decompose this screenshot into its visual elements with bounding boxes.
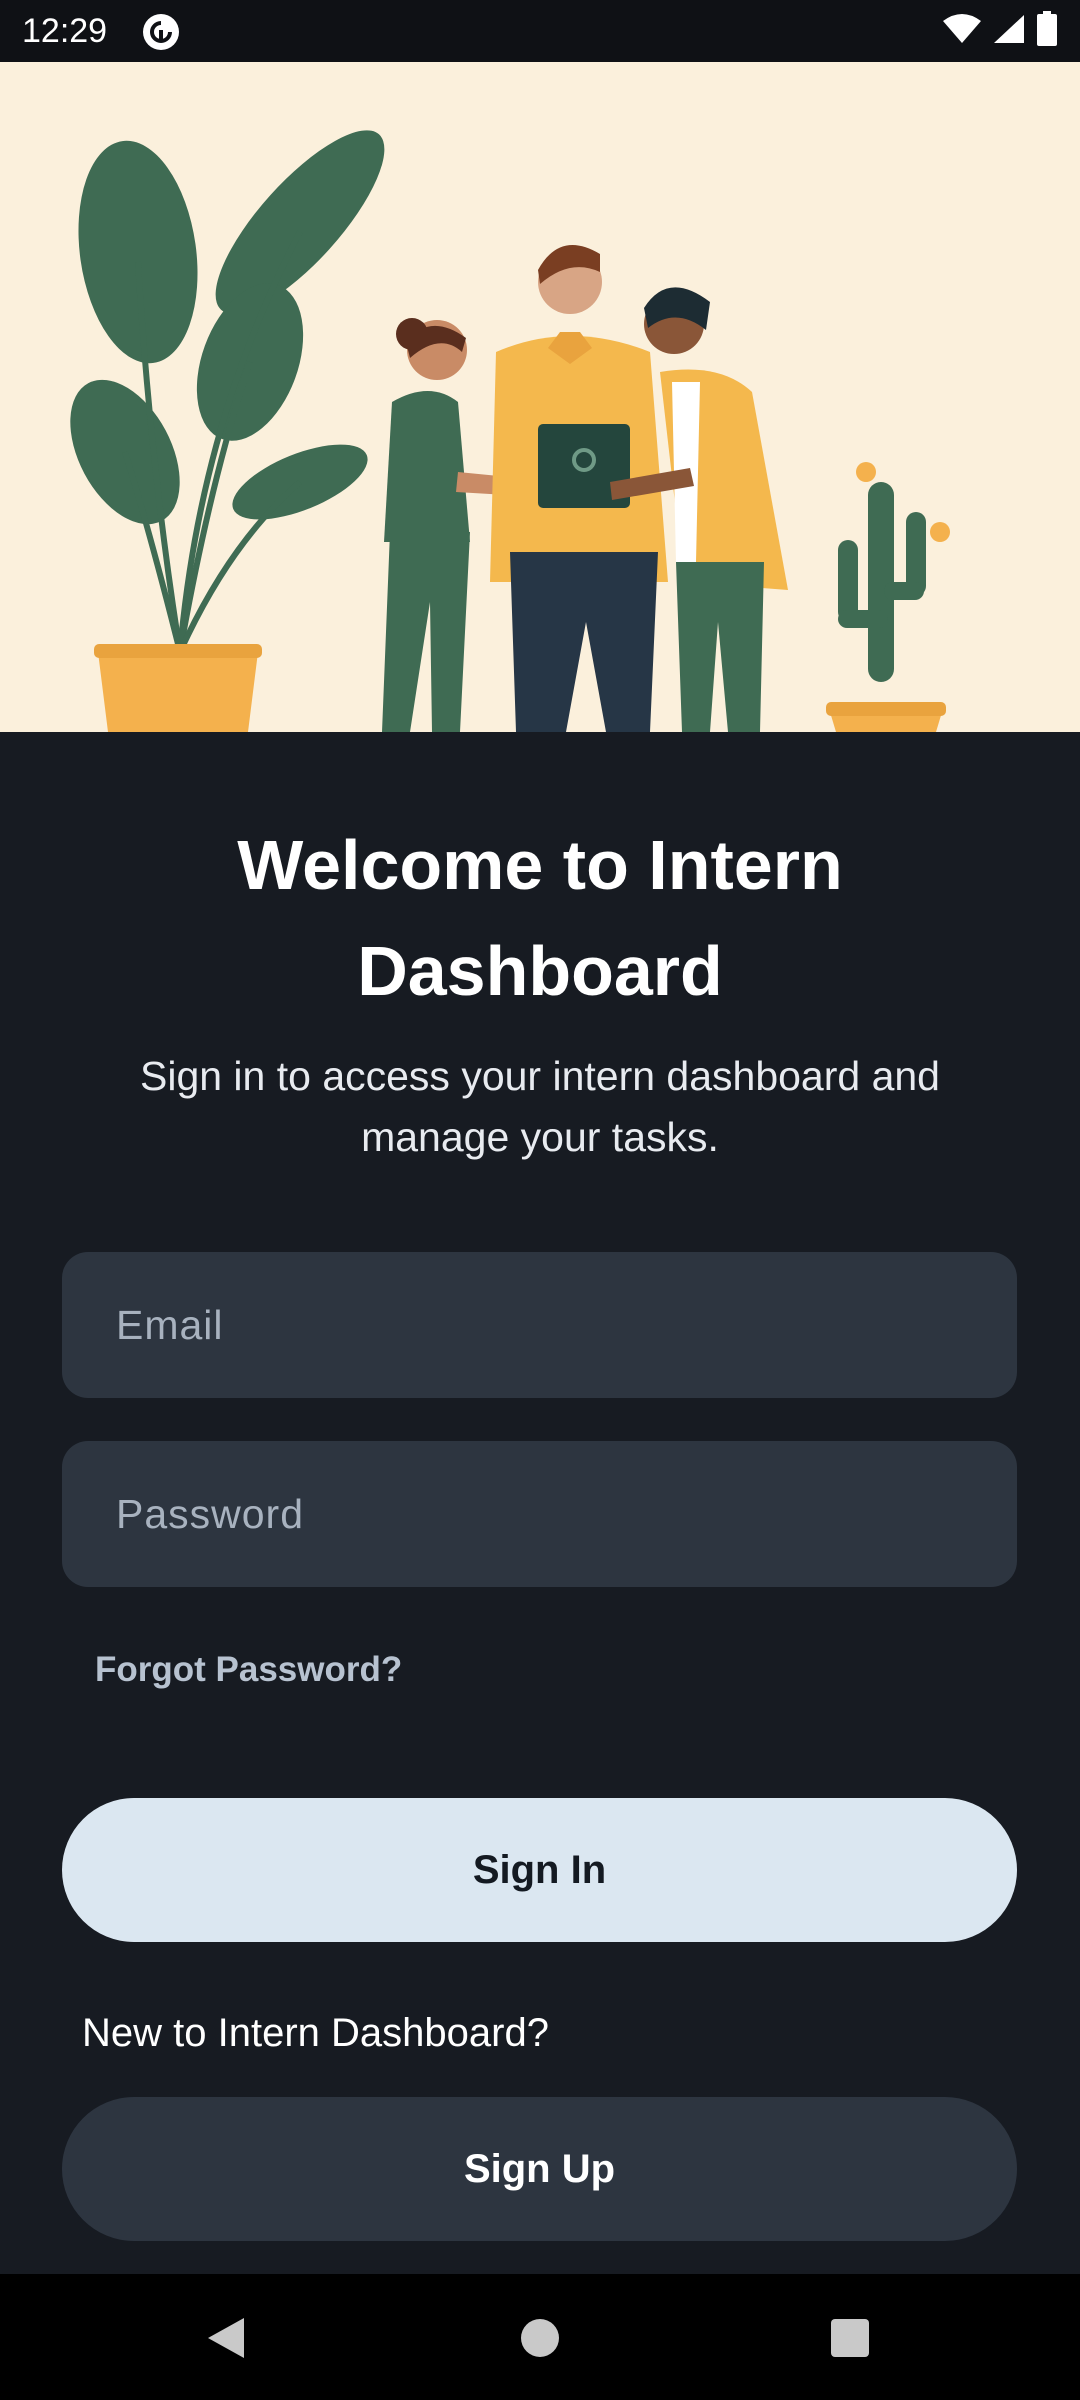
wifi-icon <box>942 13 982 50</box>
page-subtitle: Sign in to access your intern dashboard … <box>139 1053 940 1160</box>
login-screen: 12:29 Welcome to Intern Dashboard Sign i… <box>0 0 1080 2400</box>
forgot-password-link[interactable]: Forgot Password? <box>95 1648 402 1692</box>
recents-icon[interactable] <box>820 2308 880 2368</box>
signal-icon <box>992 13 1026 50</box>
hero-illustration <box>0 62 1080 732</box>
pocket-casts-icon <box>142 13 180 51</box>
home-icon[interactable] <box>510 2308 570 2368</box>
sign-up-button[interactable]: Sign Up <box>62 2097 1017 2241</box>
battery-icon <box>1036 10 1058 52</box>
status-time: 12:29 <box>22 12 108 50</box>
new-account-prompt: New to Intern Dashboard? <box>82 2011 549 2055</box>
sign-in-button[interactable]: Sign In <box>62 1798 1017 1942</box>
status-bar: 12:29 <box>0 0 1080 62</box>
sign-in-label: Sign In <box>472 1847 607 1892</box>
page-title: Welcome to Intern Dashboard <box>237 826 843 1010</box>
email-field[interactable] <box>62 1252 1017 1398</box>
password-field[interactable] <box>62 1441 1017 1587</box>
back-icon[interactable] <box>196 2308 256 2368</box>
sign-up-label: Sign Up <box>463 2146 616 2191</box>
navigation-bar <box>0 2274 1080 2400</box>
status-icons <box>942 10 1058 52</box>
